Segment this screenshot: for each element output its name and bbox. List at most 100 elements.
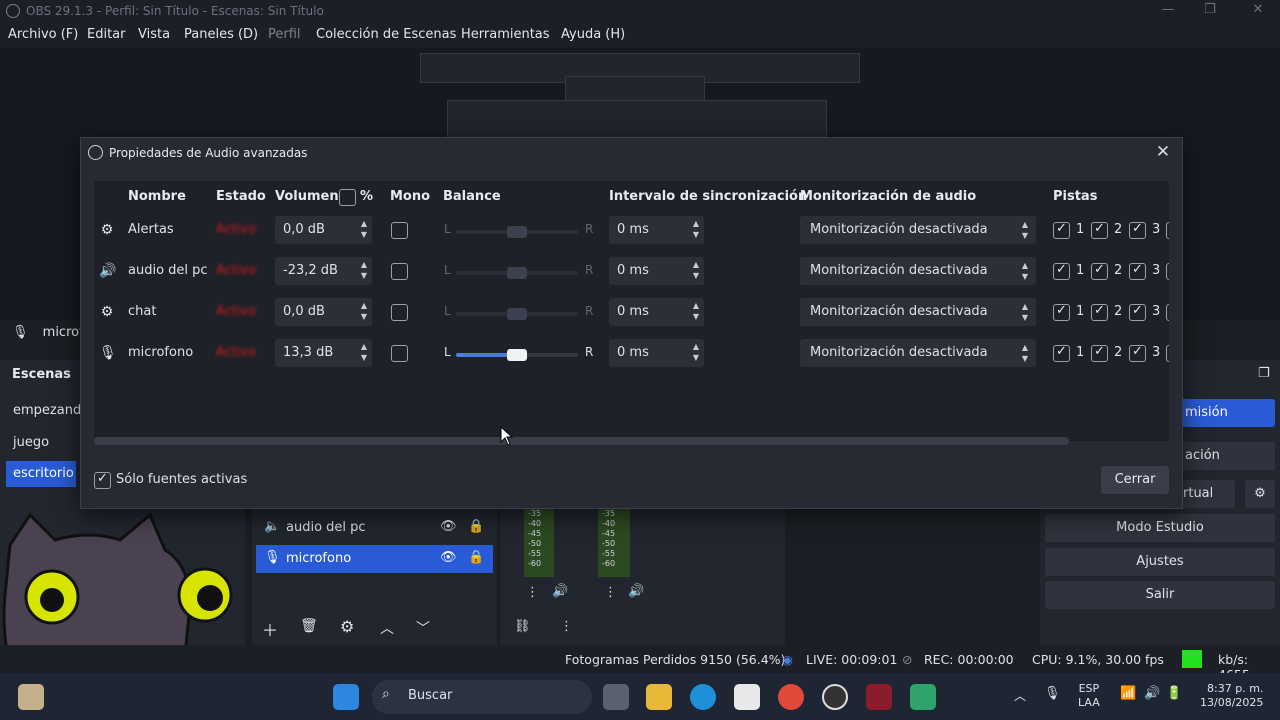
volume-icon[interactable]: 🔊 (1144, 686, 1160, 701)
balance-slider[interactable] (456, 349, 578, 361)
speaker-icon[interactable]: 🔊 (628, 584, 644, 599)
tray-chevron-icon[interactable]: ︿ (1014, 687, 1026, 704)
edge-icon[interactable] (690, 684, 716, 710)
slider-handle[interactable] (507, 267, 527, 279)
mono-checkbox[interactable] (391, 304, 408, 321)
eye-icon[interactable]: 👁 (440, 550, 457, 565)
menu-editar[interactable]: Editar (87, 27, 126, 42)
gear-icon: ⚙ (100, 222, 114, 238)
track-1-checkbox[interactable] (1053, 303, 1070, 321)
settings-button[interactable]: Ajustes (1045, 548, 1275, 576)
sync-offset-spinbox[interactable]: 0 ms ▲ ▼ (609, 339, 704, 367)
menu-vista[interactable]: Vista (138, 27, 170, 42)
track-3-checkbox[interactable] (1129, 303, 1146, 321)
track-2-checkbox[interactable] (1091, 344, 1108, 362)
balance-slider[interactable] (456, 226, 578, 238)
track-4-checkbox[interactable] (1166, 304, 1169, 321)
mono-checkbox[interactable] (391, 222, 408, 239)
battery-icon[interactable]: 🔋 (1166, 686, 1182, 701)
horizontal-scrollbar[interactable] (94, 437, 1069, 445)
slider-handle[interactable] (507, 226, 527, 238)
move-up-button[interactable]: ︿ (380, 618, 394, 638)
wifi-icon[interactable]: 📶 (1120, 686, 1136, 701)
track-1-checkbox[interactable] (1053, 221, 1070, 239)
monitoring-select[interactable]: Monitorización desactivada ▲ ▼ (800, 257, 1036, 285)
monitoring-select[interactable]: Monitorización desactivada ▲ ▼ (800, 339, 1036, 367)
track-4-checkbox[interactable] (1166, 222, 1169, 239)
exit-button[interactable]: Salir (1045, 581, 1275, 609)
sync-offset-spinbox[interactable]: 0 ms ▲ ▼ (609, 257, 704, 285)
track-2-checkbox[interactable] (1091, 303, 1108, 321)
menu-archivo[interactable]: Archivo (F) (8, 27, 78, 42)
lock-icon[interactable]: 🔒 (468, 519, 484, 534)
kebab-menu-icon[interactable]: ⋮ (560, 619, 573, 634)
chrome-icon[interactable] (778, 684, 804, 710)
track-1-checkbox[interactable] (1053, 344, 1070, 362)
only-active-checkbox[interactable] (94, 471, 111, 489)
source-row-selected[interactable]: 🎙 microfono 👁 🔒 (256, 545, 493, 573)
app-icon[interactable] (910, 684, 936, 710)
menu-herramientas[interactable]: Herramientas (461, 27, 550, 42)
source-row[interactable]: 🔈 audio del pc 👁 🔒 (256, 514, 493, 542)
balance-slider[interactable] (456, 267, 578, 279)
source-settings-button[interactable]: ⚙ (340, 617, 354, 636)
add-source-button[interactable]: ＋ (262, 617, 278, 641)
monitoring-select[interactable]: Monitorización desactivada ▲ ▼ (800, 216, 1036, 244)
track-label: 1 (1076, 222, 1085, 237)
menu-ayuda[interactable]: Ayuda (H) (561, 27, 625, 42)
track-4-checkbox[interactable] (1166, 345, 1169, 362)
track-3-checkbox[interactable] (1129, 344, 1146, 362)
dialog-close-icon[interactable]: ✕ (1152, 142, 1174, 164)
menu-coleccion-escenas[interactable]: Colección de Escenas (316, 27, 456, 42)
volume-spinbox[interactable]: -23,2 dB ▲ ▼ (275, 257, 372, 285)
file-explorer-icon[interactable] (646, 684, 672, 710)
language-indicator[interactable]: ESP LAA (1078, 682, 1100, 710)
menu-bar: Archivo (F) Editar Vista Paneles (D) Per… (0, 22, 1280, 48)
track-2-checkbox[interactable] (1091, 221, 1108, 239)
microphone-tray-icon[interactable]: 🎙 (1044, 686, 1061, 701)
track-3-checkbox[interactable] (1129, 221, 1146, 239)
windows-start-icon[interactable] (333, 684, 359, 710)
kebab-menu-icon[interactable]: ⋮ (604, 585, 617, 600)
mono-checkbox[interactable] (391, 263, 408, 280)
popout-icon[interactable]: ❐ (1258, 366, 1270, 381)
track-4-checkbox[interactable] (1166, 263, 1169, 280)
lock-icon[interactable]: 🔒 (468, 550, 484, 565)
move-down-button[interactable]: ﹀ (416, 618, 430, 638)
obs-icon[interactable] (822, 684, 848, 710)
kebab-menu-icon[interactable]: ⋮ (526, 585, 539, 600)
track-2-checkbox[interactable] (1091, 262, 1108, 280)
speaker-icon[interactable]: 🔊 (552, 584, 568, 599)
app-icon[interactable] (18, 684, 44, 710)
scene-item-selected[interactable]: escritorio (6, 461, 76, 487)
link-icon[interactable]: ⛓ (514, 619, 531, 634)
slider-handle[interactable] (507, 308, 527, 320)
menu-paneles[interactable]: Paneles (D) (184, 27, 258, 42)
mono-checkbox[interactable] (391, 345, 408, 362)
track-3-checkbox[interactable] (1129, 262, 1146, 280)
taskbar-search[interactable]: ⌕ Buscar (372, 680, 592, 714)
volume-percent-checkbox[interactable] (339, 189, 356, 206)
remove-source-button[interactable]: 🗑 (300, 618, 318, 634)
app-icon[interactable] (866, 684, 892, 710)
eye-icon[interactable]: 👁 (440, 519, 457, 534)
menu-perfil[interactable]: Perfil (268, 27, 301, 42)
task-view-icon[interactable] (603, 684, 629, 710)
track-1-checkbox[interactable] (1053, 262, 1070, 280)
restore-button[interactable]: ❐ (1190, 2, 1230, 20)
balance-slider[interactable] (456, 308, 578, 320)
store-icon[interactable] (734, 684, 760, 710)
sync-offset-spinbox[interactable]: 0 ms ▲ ▼ (609, 216, 704, 244)
close-button[interactable]: Cerrar (1101, 466, 1169, 494)
slider-handle[interactable] (507, 349, 527, 361)
sync-offset-spinbox[interactable]: 0 ms ▲ ▼ (609, 298, 704, 326)
volume-spinbox[interactable]: 13,3 dB ▲ ▼ (275, 339, 372, 367)
volume-spinbox[interactable]: 0,0 dB ▲ ▼ (275, 298, 372, 326)
minimize-button[interactable]: — (1148, 2, 1188, 20)
volume-spinbox[interactable]: 0,0 dB ▲ ▼ (275, 216, 372, 244)
close-window-button[interactable]: ✕ (1238, 2, 1278, 20)
studio-mode-button[interactable]: Modo Estudio (1045, 514, 1275, 542)
clock[interactable]: 8:37 p. m. 13/08/2025 (1200, 682, 1263, 710)
virtual-camera-settings-icon[interactable]: ⚙ (1245, 480, 1275, 508)
monitoring-select[interactable]: Monitorización desactivada ▲ ▼ (800, 298, 1036, 326)
